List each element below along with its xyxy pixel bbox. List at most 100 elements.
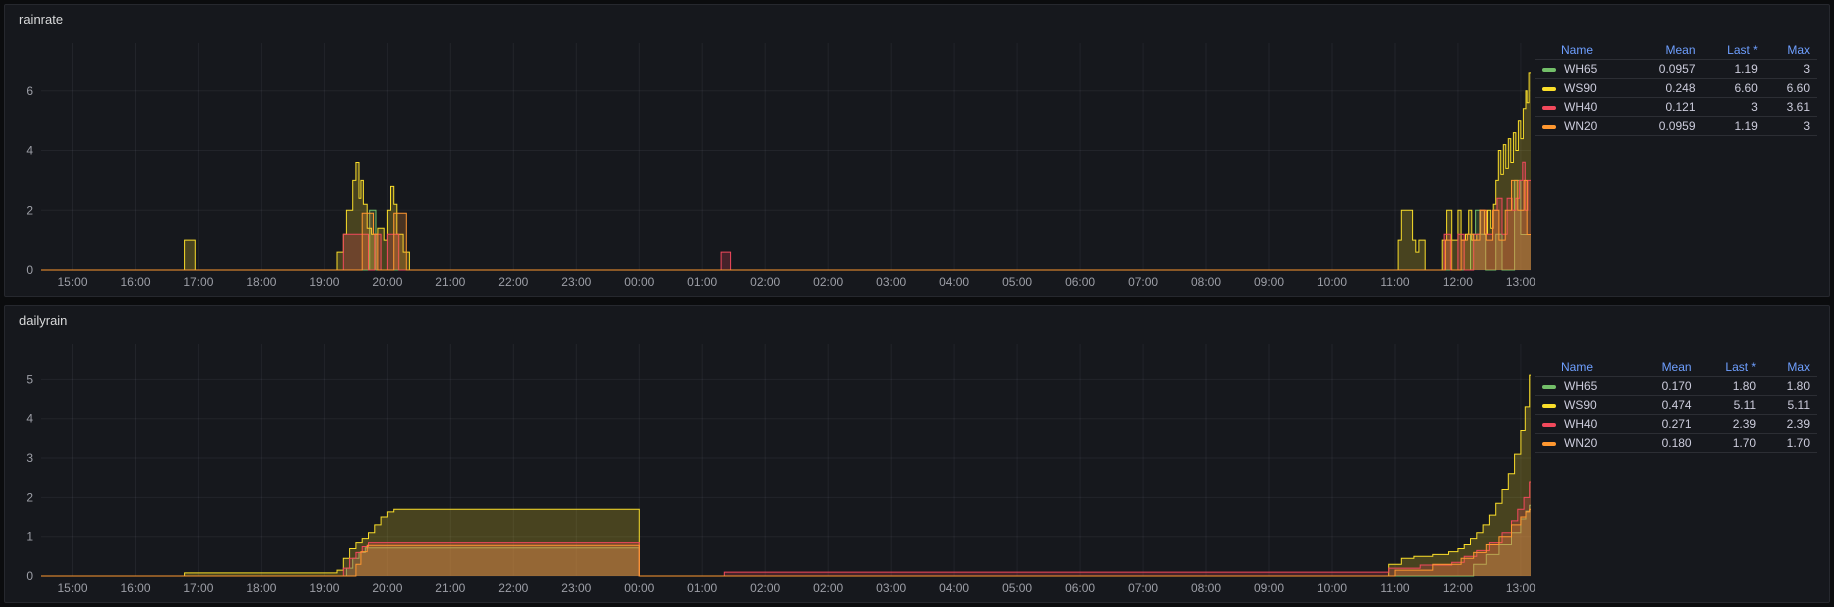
legend-header-row: NameMeanLast *Max [1535,358,1817,377]
legend-last-value: 1.70 [1699,434,1763,453]
legend-container: NameMeanLast *MaxWH650.1701.801.80WS900.… [1535,358,1823,598]
legend-series-name[interactable]: WS90 [1564,81,1597,95]
y-tick-label: 6 [26,84,33,98]
legend-header-mean[interactable]: Mean [1632,41,1703,60]
x-tick-label: 11:00 [1380,275,1409,289]
legend-mean-value: 0.0957 [1632,60,1703,79]
wn20-series-swatch[interactable] [1542,125,1556,129]
wh40-series-swatch[interactable] [1542,423,1556,427]
x-tick-label: 07:00 [1128,581,1158,595]
legend-max-value: 3 [1765,117,1817,136]
legend-mean-value: 0.271 [1635,415,1699,434]
legend-header-name[interactable]: Name [1535,41,1632,60]
x-tick-label: 02:00 [750,275,780,289]
series-wh40-area [41,162,1531,270]
legend-header-max[interactable]: Max [1763,358,1817,377]
legend-last-value: 6.60 [1703,79,1765,98]
legend-series-name[interactable]: WH40 [1564,417,1597,431]
legend-series-name[interactable]: WN20 [1564,119,1597,133]
wn20-series-swatch[interactable] [1542,442,1556,446]
y-tick-label: 0 [26,569,33,583]
x-tick-label: 06:00 [1065,581,1095,595]
legend-mean-value: 0.0959 [1632,117,1703,136]
x-tick-label: 18:00 [246,275,276,289]
panel-title-rainrate[interactable]: rainrate [5,5,1829,35]
x-tick-label: 08:00 [1191,275,1221,289]
series-ws90-area [41,375,1531,576]
x-tick-label: 02:00 [750,581,780,595]
legend-header-last[interactable]: Last * [1699,358,1763,377]
legend-row-wh40: WH400.12133.61 [1535,98,1817,117]
legend-table-rainrate: NameMeanLast *MaxWH650.09571.193WS900.24… [1535,41,1817,136]
x-tick-label: 21:00 [435,275,465,289]
legend-mean-value: 0.170 [1635,377,1699,396]
x-tick-label: 22:00 [498,581,528,595]
x-tick-label: 23:00 [561,275,591,289]
series-wn20-area [41,180,1531,270]
legend-last-value: 1.19 [1703,117,1765,136]
legend-max-value: 3 [1765,60,1817,79]
y-tick-label: 2 [26,203,33,217]
rainrate-time-series-plot[interactable]: 024615:0016:0017:0018:0019:0020:0021:002… [11,35,1535,292]
x-tick-label: 01:00 [687,581,717,595]
x-tick-label: 05:00 [1002,275,1032,289]
y-tick-label: 3 [26,451,33,465]
legend-row-wh65: WH650.1701.801.80 [1535,377,1817,396]
x-tick-label: 21:00 [435,581,465,595]
legend-max-value: 1.80 [1763,377,1817,396]
legend-series-name[interactable]: WH65 [1564,62,1597,76]
legend-header-max[interactable]: Max [1765,41,1817,60]
x-tick-label: 02:00 [813,581,843,595]
legend-max-value: 6.60 [1765,79,1817,98]
legend-header-name[interactable]: Name [1535,358,1635,377]
legend-header-last[interactable]: Last * [1703,41,1765,60]
rainrate-svg[interactable]: 024615:0016:0017:0018:0019:0020:0021:002… [11,35,1535,292]
legend-header-mean[interactable]: Mean [1635,358,1699,377]
x-tick-label: 17:00 [183,275,213,289]
x-tick-label: 23:00 [561,581,591,595]
x-tick-label: 03:00 [876,275,906,289]
legend-name-cell: WN20 [1535,434,1635,453]
legend-row-wh40: WH400.2712.392.39 [1535,415,1817,434]
legend-series-name[interactable]: WS90 [1564,398,1597,412]
legend-mean-value: 0.180 [1635,434,1699,453]
x-tick-label: 00:00 [624,275,654,289]
legend-name-cell: WH65 [1535,60,1632,79]
legend-row-ws90: WS900.4745.115.11 [1535,396,1817,415]
legend-max-value: 2.39 [1763,415,1817,434]
x-tick-label: 02:00 [813,275,843,289]
panel-rainrate: rainrate 024615:0016:0017:0018:0019:0020… [4,4,1830,297]
legend-row-wh65: WH650.09571.193 [1535,60,1817,79]
x-tick-label: 16:00 [120,581,150,595]
legend-mean-value: 0.474 [1635,396,1699,415]
y-tick-label: 2 [26,490,33,504]
x-tick-label: 17:00 [183,581,213,595]
wh40-series-swatch[interactable] [1542,106,1556,110]
panel-title-dailyrain[interactable]: dailyrain [5,306,1829,336]
y-tick-label: 4 [26,412,33,426]
legend-name-cell: WH65 [1535,377,1635,396]
dailyrain-svg[interactable]: 01234515:0016:0017:0018:0019:0020:0021:0… [11,336,1535,598]
legend-series-name[interactable]: WH65 [1564,379,1597,393]
series-wh65-line [41,180,1531,270]
x-tick-label: 20:00 [372,275,402,289]
panel-body: 024615:0016:0017:0018:0019:0020:0021:002… [5,35,1829,294]
panel-dailyrain: dailyrain 01234515:0016:0017:0018:0019:0… [4,305,1830,603]
legend-max-value: 5.11 [1763,396,1817,415]
x-tick-label: 04:00 [939,275,969,289]
wh65-series-swatch[interactable] [1542,68,1556,72]
series-wh40-area [41,482,1531,576]
legend-series-name[interactable]: WN20 [1564,436,1597,450]
series-wh65-area [41,180,1531,270]
legend-row-wn20: WN20 0.09591.193 [1535,117,1817,136]
series-ws90-line [41,375,1531,576]
legend-name-cell: WH40 [1535,98,1632,117]
legend-series-name[interactable]: WH40 [1564,100,1597,114]
ws90-series-swatch[interactable] [1542,87,1556,91]
legend-container: NameMeanLast *MaxWH650.09571.193WS900.24… [1535,41,1823,292]
ws90-series-swatch[interactable] [1542,404,1556,408]
x-tick-label: 09:00 [1254,581,1284,595]
wh65-series-swatch[interactable] [1542,385,1556,389]
x-tick-label: 22:00 [498,275,528,289]
dailyrain-time-series-plot[interactable]: 01234515:0016:0017:0018:0019:0020:0021:0… [11,336,1535,598]
